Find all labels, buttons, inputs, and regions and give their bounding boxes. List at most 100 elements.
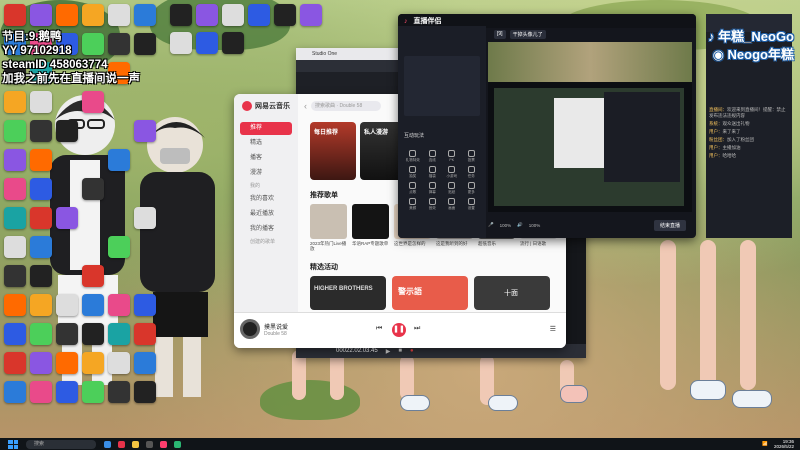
desktop-app-icon[interactable]	[4, 91, 26, 113]
tool-item[interactable]: 音效	[424, 198, 442, 211]
desktop-app-icon[interactable]	[108, 294, 130, 316]
desktop-app-icon[interactable]	[56, 352, 78, 374]
tray-network-icon[interactable]: 📶	[762, 441, 768, 447]
playlist-title[interactable]: 这世界是怎样的	[394, 241, 434, 246]
desktop-app-icon[interactable]	[108, 4, 130, 26]
desktop-app-icon[interactable]	[108, 381, 130, 403]
now-playing-artist[interactable]: Double 58	[264, 331, 287, 337]
nav-item-recommend[interactable]: 推荐	[240, 122, 292, 135]
taskbar-app-icon[interactable]	[146, 440, 153, 448]
desktop-app-icon[interactable]	[4, 236, 26, 258]
mic-icon[interactable]: 🎤	[488, 222, 494, 228]
desktop-app-icon[interactable]	[4, 294, 26, 316]
taskbar-app-icon[interactable]	[160, 440, 167, 448]
playlist-title[interactable]: 流行 | 日语歌	[520, 241, 560, 246]
desktop-app-icon[interactable]	[4, 265, 26, 287]
event-banner[interactable]: 警示語	[392, 276, 468, 310]
desktop-app-icon[interactable]	[30, 236, 52, 258]
desktop-app-icon[interactable]	[30, 294, 52, 316]
playlist-cover[interactable]	[310, 204, 347, 239]
desktop-app-icon[interactable]	[56, 120, 78, 142]
desktop-app-icon[interactable]	[82, 4, 104, 26]
desktop-app-icon[interactable]	[30, 352, 52, 374]
record-icon[interactable]: ●	[410, 348, 414, 354]
chat-user[interactable]: 直播间：	[709, 107, 727, 112]
desktop-app-icon[interactable]	[30, 91, 52, 113]
nav-item-liked[interactable]: 我的喜欢	[240, 193, 292, 206]
taskbar-app-icon[interactable]	[104, 440, 111, 448]
tool-item[interactable]: 画面	[443, 198, 461, 211]
desktop-app-icon[interactable]	[134, 323, 156, 345]
desktop-app-icon[interactable]	[30, 149, 52, 171]
desktop-app-icon[interactable]	[56, 4, 78, 26]
desktop-app-icon[interactable]	[82, 323, 104, 345]
desktop-app-icon[interactable]	[4, 4, 26, 26]
taskbar-search[interactable]: 搜索	[26, 439, 96, 449]
taskbar-app-icon[interactable]	[174, 440, 181, 448]
tool-item[interactable]: 贴纸	[443, 182, 461, 195]
taskbar-app-icon[interactable]	[118, 440, 125, 448]
desktop-app-icon[interactable]	[56, 294, 78, 316]
chat-user[interactable]: 用户：	[709, 145, 723, 150]
stream-tab[interactable]: [9]	[494, 30, 506, 39]
start-button[interactable]	[8, 439, 18, 449]
desktop-app-icon[interactable]	[108, 236, 130, 258]
tool-item[interactable]: 更多	[463, 182, 481, 195]
playlist-title[interactable]: 2023年热门Live播放	[310, 241, 350, 251]
desktop-app-icon[interactable]	[82, 381, 104, 403]
volume-left[interactable]: 100%	[500, 223, 512, 228]
tool-item[interactable]: 连线	[424, 150, 442, 163]
play-icon[interactable]: ▶	[386, 348, 391, 355]
playlist-title[interactable]: 华语RAP专题歌单	[352, 241, 392, 246]
desktop-app-icon[interactable]	[30, 323, 52, 345]
desktop-app-icon[interactable]	[134, 294, 156, 316]
desktop-app-icon[interactable]	[4, 352, 26, 374]
desktop-app-icon[interactable]	[248, 4, 270, 26]
chat-user[interactable]: 系统：	[709, 121, 723, 126]
playlist-icon[interactable]: ☰	[550, 325, 556, 333]
now-playing-title[interactable]: 摸黑说爱	[264, 322, 288, 331]
desktop-app-icon[interactable]	[134, 120, 156, 142]
chat-user[interactable]: 用户：	[709, 129, 723, 134]
desktop-app-icon[interactable]	[4, 323, 26, 345]
card-daily[interactable]: 每日推荐	[310, 122, 356, 180]
tool-item[interactable]: 抽奖	[404, 166, 422, 179]
desktop-app-icon[interactable]	[222, 4, 244, 26]
tool-item[interactable]: 礼物特效	[404, 150, 422, 163]
desktop-app-icon[interactable]	[134, 352, 156, 374]
tool-item[interactable]: 投票	[463, 150, 481, 163]
nav-item-my-podcast[interactable]: 我的播客	[240, 223, 292, 236]
desktop-app-icon[interactable]	[134, 381, 156, 403]
desktop-app-icon[interactable]	[30, 178, 52, 200]
desktop-app-icon[interactable]	[56, 323, 78, 345]
desktop-app-icon[interactable]	[30, 4, 52, 26]
desktop-app-icon[interactable]	[170, 32, 192, 54]
desktop-app-icon[interactable]	[170, 4, 192, 26]
stream-preview[interactable]	[488, 42, 692, 212]
desktop-app-icon[interactable]	[222, 32, 244, 54]
desktop-app-icon[interactable]	[56, 381, 78, 403]
desktop-app-icon[interactable]	[4, 381, 26, 403]
desktop-app-icon[interactable]	[82, 91, 104, 113]
nav-item-podcast[interactable]: 播客	[240, 152, 292, 165]
playlist-title[interactable]: 这是我听到的好	[436, 241, 476, 246]
desktop-app-icon[interactable]	[196, 4, 218, 26]
desktop-app-icon[interactable]	[274, 4, 296, 26]
desktop-app-icon[interactable]	[30, 207, 52, 229]
back-icon[interactable]: ‹	[304, 101, 307, 111]
taskbar-app-icon[interactable]	[132, 440, 139, 448]
event-banner[interactable]: 十面	[474, 276, 550, 310]
nav-item-roam[interactable]: 漫游	[240, 167, 292, 180]
pause-button[interactable]: ❚❚	[392, 323, 406, 337]
desktop-app-icon[interactable]	[82, 352, 104, 374]
tool-item[interactable]: 设置	[463, 198, 481, 211]
volume-right[interactable]: 100%	[529, 223, 541, 228]
now-playing-cover[interactable]	[240, 319, 260, 339]
stop-icon[interactable]: ■	[398, 348, 402, 354]
nav-section-created[interactable]: 创建的歌单	[240, 238, 292, 247]
tool-item[interactable]: 福袋	[424, 166, 442, 179]
tool-item[interactable]: 点歌	[404, 182, 422, 195]
nav-item-featured[interactable]: 精选	[240, 137, 292, 150]
desktop-app-icon[interactable]	[4, 149, 26, 171]
desktop-app-icon[interactable]	[4, 120, 26, 142]
